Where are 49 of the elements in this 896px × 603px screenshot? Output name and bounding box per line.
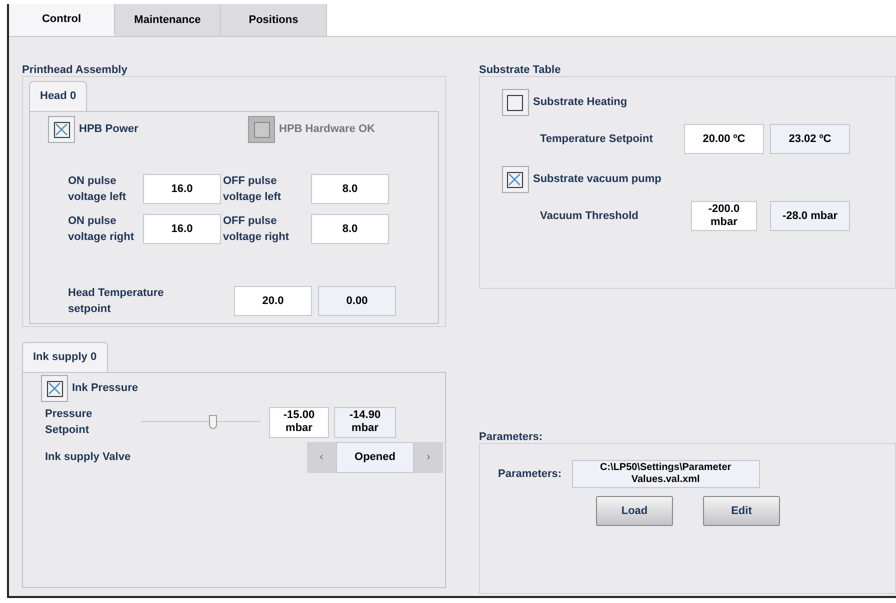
checkbox-label: HPB Hardware OK — [279, 122, 375, 138]
action-button[interactable]: Load — [596, 496, 673, 526]
checkbox-label: Substrate Heating — [532, 95, 628, 110]
input-field[interactable]: 8.0 — [311, 214, 389, 244]
group-title: Parameters: — [478, 430, 544, 443]
tab[interactable]: Maintenance — [115, 4, 221, 36]
cross-icon — [508, 172, 522, 186]
checkbox-label: Ink Pressure — [72, 381, 138, 396]
checkbox[interactable] — [502, 89, 529, 116]
cross-icon — [48, 382, 60, 394]
field-label: ON pulse voltage right — [68, 214, 136, 245]
field-label: Vacuum Threshold — [540, 208, 640, 224]
input-field[interactable]: -15.00 mbar — [269, 406, 329, 438]
pressure-slider[interactable] — [141, 415, 261, 429]
panel-tab[interactable]: Ink supply 0 — [22, 342, 108, 372]
input-field[interactable]: 16.0 — [143, 174, 221, 204]
action-button[interactable]: Edit — [702, 496, 780, 526]
checkbox-label: Substrate vacuum pump — [532, 172, 662, 188]
field-label: OFF pulse voltage right — [223, 214, 290, 245]
previous-button[interactable]: ‹ — [307, 442, 336, 473]
reading-field: 23.02 ºC — [770, 124, 850, 154]
input-field[interactable]: 8.0 — [311, 174, 389, 204]
input-field[interactable]: 16.0 — [143, 214, 221, 244]
input-field[interactable]: -200.0 mbar — [690, 201, 757, 231]
tab[interactable]: Positions — [221, 4, 327, 36]
tab[interactable]: Control — [9, 4, 115, 36]
input-field[interactable]: 20.0 — [234, 286, 312, 316]
panel-tab[interactable]: Head 0 — [29, 81, 88, 111]
next-button[interactable]: › — [414, 442, 443, 473]
field-label: Temperature Setpoint — [540, 132, 654, 147]
path-field[interactable]: C:\LP50\Settings\Parameter Values.val.xml — [572, 460, 760, 488]
reading-field: -14.90 mbar — [334, 406, 396, 438]
field-label: Ink supply Valve — [45, 450, 132, 466]
valve-state: Opened — [336, 442, 414, 473]
group-title: Substrate Table — [478, 63, 562, 76]
field-label: Head Temperature setpoint — [68, 286, 165, 317]
checkbox-label: HPB Power — [79, 122, 138, 138]
field-label: OFF pulse voltage left — [223, 174, 282, 205]
reading-field: -28.0 mbar — [770, 201, 850, 231]
input-field[interactable]: 20.00 ºC — [684, 124, 764, 154]
reading-field: 0.00 — [318, 286, 396, 316]
checkbox[interactable] — [41, 375, 68, 402]
field-label: Parameters: — [498, 466, 562, 482]
checkbox[interactable] — [48, 116, 75, 143]
checkbox[interactable] — [502, 166, 529, 193]
field-label: ON pulse voltage left — [68, 174, 128, 205]
group-title: Printhead Assembly — [22, 63, 128, 76]
field-label: Pressure Setpoint — [45, 407, 94, 438]
cross-icon — [54, 122, 68, 136]
